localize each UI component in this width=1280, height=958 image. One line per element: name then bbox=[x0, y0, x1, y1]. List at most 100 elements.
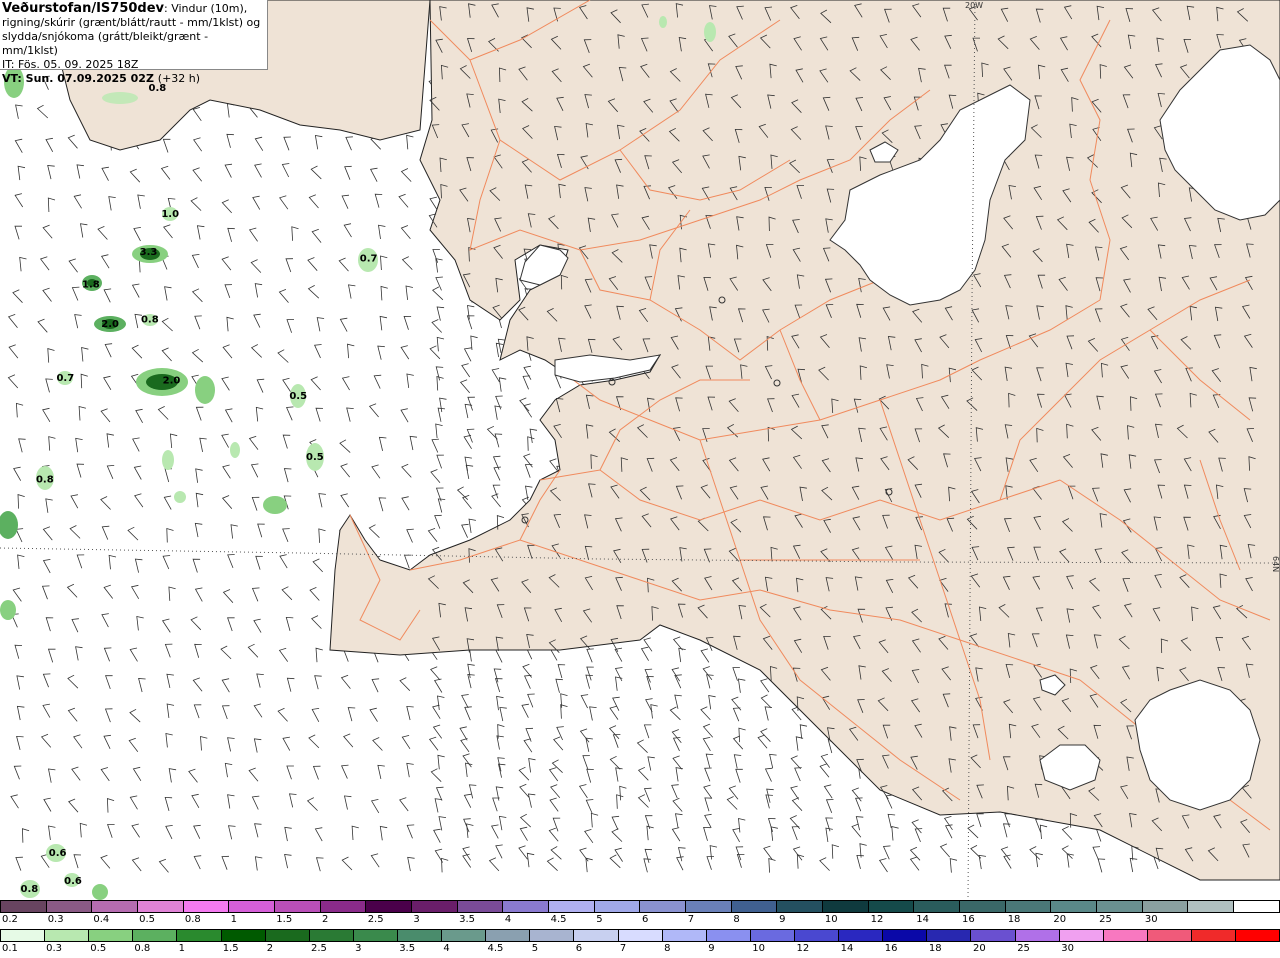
snow-legend-swatch bbox=[594, 901, 641, 912]
rain-legend-tick: 10 bbox=[752, 943, 766, 954]
rain-legend-swatch bbox=[353, 930, 398, 941]
rain-legend-tick: 20 bbox=[973, 943, 986, 954]
rain-legend-swatch bbox=[1, 930, 46, 941]
snow-legend-swatch bbox=[1142, 901, 1189, 912]
meridian-label: 20W bbox=[965, 1, 983, 10]
rain-legend-tick: 0.3 bbox=[46, 943, 62, 954]
snow-legend-swatch bbox=[183, 901, 230, 912]
initial-time: IT: Fös. 05. 09. 2025 18Z bbox=[2, 58, 139, 71]
snow-legend-tick: 2.5 bbox=[367, 914, 384, 925]
rain-legend-swatch bbox=[221, 930, 266, 941]
snow-legend-swatch bbox=[1051, 901, 1098, 912]
rain-legend-swatch bbox=[530, 930, 575, 941]
precip-label: 0.6 bbox=[49, 848, 67, 859]
snow-legend-tick: 3.5 bbox=[459, 914, 475, 925]
snow-legend-tick: 0.2 bbox=[2, 914, 18, 925]
rain-legend-swatch bbox=[133, 930, 178, 941]
snow-legend-swatch bbox=[1, 901, 47, 912]
precip-label: 0.8 bbox=[36, 475, 54, 486]
rain-legend-swatch bbox=[177, 930, 222, 941]
snow-legend-swatch bbox=[914, 901, 961, 912]
rain-legend-tick: 0.1 bbox=[2, 943, 18, 954]
rain-legend-swatch bbox=[662, 930, 707, 941]
rain-legend-swatch bbox=[309, 930, 354, 941]
rain-legend-swatch bbox=[1191, 930, 1237, 941]
rain-legend-swatch bbox=[1236, 930, 1280, 941]
rain-legend-ticks: 0.1 0.3 0.5 0.8 1 1.5 2 2.5 3 3.5 4 4.5 5 6 7 8 9 10 12 14 1… bbox=[0, 942, 1280, 956]
rain-legend-tick: 1.5 bbox=[222, 943, 239, 954]
snow-legend-tick: 2 bbox=[322, 914, 329, 925]
snow-legend-swatch bbox=[777, 901, 824, 912]
snow-legend-tick: 10 bbox=[824, 914, 838, 925]
rain-legend-tick: 0.5 bbox=[90, 943, 107, 954]
rain-color-bar bbox=[0, 929, 1280, 942]
snow-legend-swatch bbox=[46, 901, 93, 912]
valid-time: VT: Sun. 07.09.2025 02Z (+32 h) bbox=[2, 72, 267, 86]
snow-legend-tick: 7 bbox=[687, 914, 695, 925]
rain-legend-swatch bbox=[927, 930, 972, 941]
description-line-3: slydda/snjókoma (grátt/bleikt/grænt - mm… bbox=[2, 30, 209, 57]
snow-legend-swatch bbox=[640, 901, 687, 912]
rain-legend-tick: 14 bbox=[840, 943, 854, 954]
snow-legend-swatch bbox=[503, 901, 550, 912]
rain-legend-tick: 9 bbox=[708, 943, 715, 954]
snow-legend-swatch bbox=[138, 901, 184, 912]
snow-legend-tick: 1 bbox=[230, 914, 237, 925]
snow-legend-tick: 0.5 bbox=[139, 914, 155, 925]
snow-legend-tick: 0.4 bbox=[93, 914, 110, 925]
model-title: Veðurstofan/IS750dev bbox=[2, 1, 165, 16]
description-line-2: rigning/skúrir (grænt/blátt/rautt - mm/1… bbox=[2, 16, 261, 29]
snow-legend-tick: 8 bbox=[733, 914, 740, 925]
rain-legend-swatch bbox=[971, 930, 1016, 941]
forecast-offset: (+32 h) bbox=[157, 72, 201, 85]
snow-legend-swatch bbox=[457, 901, 504, 912]
rain-legend-tick: 6 bbox=[575, 943, 583, 954]
description-line-1: : Vindur (10m), bbox=[164, 2, 248, 15]
snow-legend-tick: 6 bbox=[642, 914, 649, 925]
rain-legend-swatch bbox=[750, 930, 795, 941]
snow-legend-tick: 0.8 bbox=[184, 914, 201, 925]
weather-map[interactable]: 0.8 1.0 3.3 0.7 1.8 2.0 0.8 0.7 2.0 0.5 0.5 0.8 0.6 0… bbox=[0, 0, 1280, 900]
header-info-box: Veðurstofan/IS750dev: Vindur (10m), rign… bbox=[0, 0, 268, 85]
snow-legend-swatch bbox=[1005, 901, 1052, 912]
snow-legend-swatch bbox=[320, 901, 367, 912]
precip-label: 0.6 bbox=[64, 876, 82, 887]
snow-legend-swatch bbox=[823, 901, 869, 912]
snow-legend-swatch bbox=[1188, 901, 1235, 912]
snow-legend-swatch bbox=[549, 901, 595, 912]
snow-legend-tick: 12 bbox=[870, 914, 884, 925]
snow-legend-swatch bbox=[731, 901, 778, 912]
rain-legend-swatch bbox=[89, 930, 134, 941]
snow-color-bar bbox=[0, 900, 1280, 913]
snow-legend-tick: 1.5 bbox=[276, 914, 293, 925]
rain-legend-tick: 8 bbox=[664, 943, 671, 954]
snow-legend-tick: 16 bbox=[962, 914, 975, 925]
rain-legend-swatch bbox=[618, 930, 663, 941]
rain-legend-tick: 12 bbox=[796, 943, 810, 954]
rain-legend-swatch bbox=[397, 930, 443, 941]
snow-legend-swatch bbox=[868, 901, 915, 912]
precip-label: 2.0 bbox=[163, 376, 181, 387]
rain-legend-swatch bbox=[794, 930, 840, 941]
rain-legend-tick: 18 bbox=[928, 943, 942, 954]
snow-legend-tick: 18 bbox=[1007, 914, 1021, 925]
snow-legend-swatch bbox=[412, 901, 458, 912]
snow-legend-tick: 0.3 bbox=[47, 914, 64, 925]
parallel-label: 64N bbox=[1271, 556, 1280, 572]
rain-legend-swatch bbox=[839, 930, 884, 941]
rain-legend-tick: 1 bbox=[178, 943, 185, 954]
rain-legend-tick: 3.5 bbox=[399, 943, 416, 954]
precip-label: 0.8 bbox=[141, 315, 159, 326]
rain-legend-swatch bbox=[442, 930, 487, 941]
rain-legend-swatch bbox=[883, 930, 928, 941]
snow-legend-tick: 4.5 bbox=[550, 914, 567, 925]
precip-label: 1.0 bbox=[161, 209, 179, 220]
precip-label: 1.8 bbox=[82, 279, 100, 290]
snow-legend-swatch bbox=[1097, 901, 1143, 912]
rain-legend-tick: 7 bbox=[619, 943, 627, 954]
rain-legend-swatch bbox=[1059, 930, 1104, 941]
snow-legend-tick: 30 bbox=[1144, 914, 1158, 925]
rain-legend-tick: 4 bbox=[443, 943, 450, 954]
valid-time-label: VT: Sun. 07.09.2025 02Z bbox=[2, 72, 154, 85]
rain-legend-swatch bbox=[45, 930, 90, 941]
